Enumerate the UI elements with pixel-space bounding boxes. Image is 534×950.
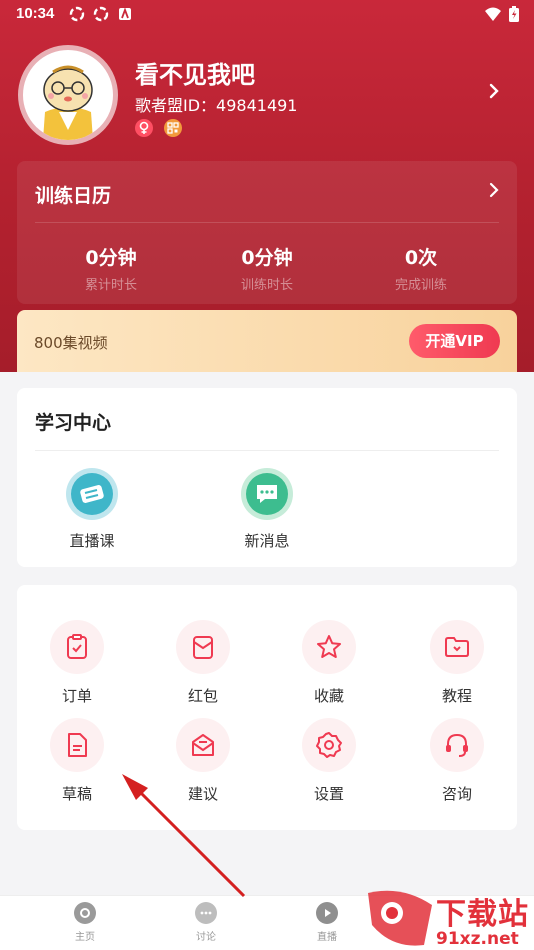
tool-settings[interactable]: 设置 [279, 718, 379, 804]
training-calendar-title: 训练日历 [35, 185, 112, 207]
tool-label: 咨询 [441, 785, 472, 803]
avatar[interactable] [18, 45, 118, 145]
clipboard-icon [50, 620, 104, 674]
tool-drafts[interactable]: 草稿 [27, 718, 127, 804]
watermark-text-bottom: 91xz.net [436, 929, 519, 949]
tool-red-envelope[interactable]: 红包 [153, 620, 253, 706]
play-icon [316, 902, 338, 924]
tool-suggestions[interactable]: 建议 [153, 718, 253, 804]
female-gender-icon [135, 119, 153, 137]
vip-banner: 800集视频 开通VIP [17, 310, 517, 372]
stat-label: 累计时长 [84, 278, 137, 293]
learning-item-new-messages[interactable]: 新消息 [222, 468, 312, 551]
learning-item-label: 新消息 [244, 532, 290, 550]
tools-card: 订单 红包 收藏 教程 草稿 建议 设置 咨询 [17, 585, 517, 830]
training-calendar-card[interactable]: 训练日历 0分钟 累计时长 0分钟 训练时长 0次 完成训练 [17, 161, 517, 304]
document-icon [50, 718, 104, 772]
mascot-avatar-icon [43, 65, 93, 140]
stat-value: 0分钟 [85, 247, 137, 269]
tool-label: 建议 [187, 785, 218, 803]
profile-id: 歌者盟ID：49841491 [135, 92, 297, 116]
headset-icon [430, 718, 484, 772]
profile-chevron-right-icon[interactable] [488, 82, 500, 100]
tool-label: 草稿 [61, 785, 92, 803]
tab-discussion[interactable]: 讨论 [171, 902, 241, 943]
tool-label: 教程 [441, 687, 472, 705]
sync-icon [93, 6, 109, 22]
learning-item-label: 直播课 [69, 532, 115, 550]
mail-icon [176, 718, 230, 772]
tool-tutorials[interactable]: 教程 [407, 620, 507, 706]
battery-icon [509, 6, 519, 22]
watermark-logo: 下载站 91xz.net [362, 885, 534, 950]
chat-icon [195, 902, 217, 924]
status-time: 10:34 [16, 5, 55, 22]
sync-icon [69, 6, 85, 22]
tool-favorites[interactable]: 收藏 [279, 620, 379, 706]
tool-label: 订单 [61, 687, 92, 705]
star-icon [302, 620, 356, 674]
vip-banner-text: 800集视频 [34, 334, 108, 352]
open-vip-button[interactable]: 开通VIP [409, 324, 500, 358]
app-notification-icon [119, 7, 131, 20]
profile-name: 看不见我吧 [135, 61, 255, 89]
message-icon [241, 468, 293, 520]
tab-label: 讨论 [196, 932, 216, 943]
tool-label: 收藏 [313, 687, 344, 705]
red-envelope-icon [176, 620, 230, 674]
watermark-text-top: 下载站 [436, 897, 529, 932]
tab-label: 主页 [75, 932, 95, 943]
chevron-right-icon[interactable] [489, 182, 499, 198]
folder-icon [430, 620, 484, 674]
tab-live[interactable]: 直播 [292, 902, 362, 943]
stat-total-duration: 0分钟 累计时长 [36, 243, 186, 293]
wifi-icon [485, 7, 501, 21]
divider [35, 222, 499, 223]
qr-code-icon[interactable] [164, 119, 182, 137]
ticket-icon [66, 468, 118, 520]
stat-completed-trainings: 0次 完成训练 [346, 243, 496, 293]
profile-id-label: 歌者盟ID： [135, 96, 217, 115]
gear-icon [302, 718, 356, 772]
tool-consult[interactable]: 咨询 [407, 718, 507, 804]
stat-value: 0次 [404, 247, 438, 269]
tab-home[interactable]: 主页 [50, 902, 120, 943]
stat-label: 完成训练 [394, 278, 447, 293]
stat-training-duration: 0分钟 训练时长 [192, 243, 342, 293]
profile-id-value: 49841491 [216, 96, 298, 115]
home-icon [74, 902, 96, 924]
tab-label: 直播 [317, 932, 337, 943]
learning-center-title: 学习中心 [35, 412, 112, 434]
learning-item-live-class[interactable]: 直播课 [47, 468, 137, 551]
tool-orders[interactable]: 订单 [27, 620, 127, 706]
stat-value: 0分钟 [241, 247, 293, 269]
tool-label: 红包 [187, 687, 218, 705]
stat-label: 训练时长 [240, 278, 293, 293]
tool-label: 设置 [313, 785, 344, 803]
divider [35, 450, 499, 451]
learning-center-card: 学习中心 直播课 新消息 [17, 388, 517, 567]
status-bar: 10:34 [0, 0, 534, 28]
